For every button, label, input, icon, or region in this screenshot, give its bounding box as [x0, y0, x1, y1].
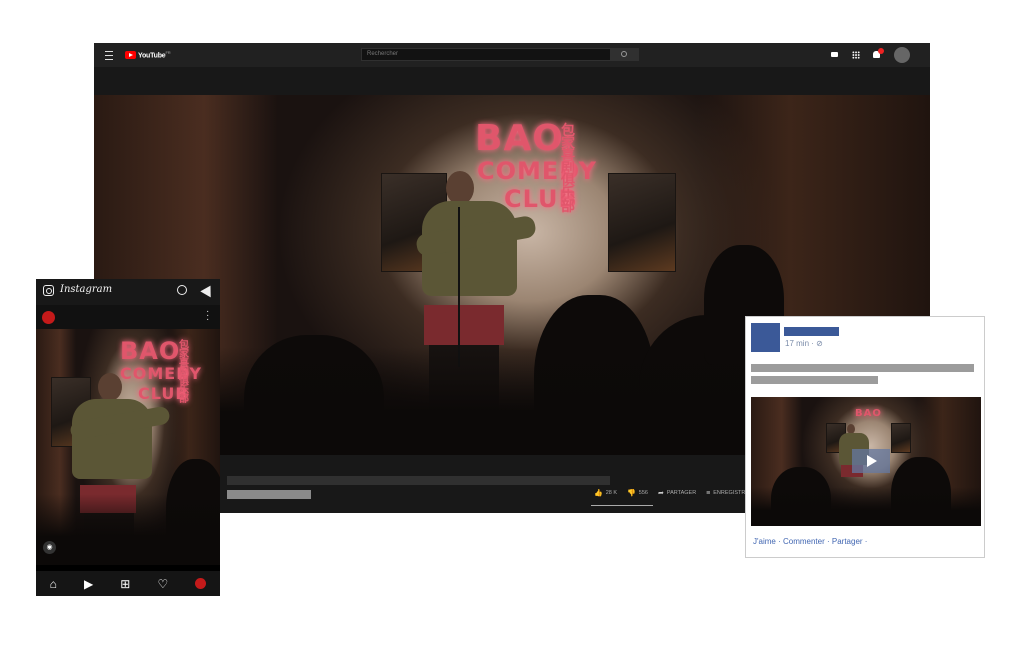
neon-sign-bao: BAO: [855, 408, 882, 419]
share-button[interactable]: ➦ PARTAGER: [658, 489, 696, 497]
fb-action-links[interactable]: J'aime · Commenter · Partager ·: [753, 537, 867, 546]
post-author-avatar[interactable]: [42, 311, 55, 324]
youtube-top-bar: YouTubeFR Rechercher: [94, 43, 930, 67]
home-icon[interactable]: ⌂: [50, 577, 57, 591]
instagram-logo-text: Instagram: [60, 284, 113, 295]
instagram-window: Instagram · · · BAO COMEDY CLUB 包家喜剧俱乐部 ◉ …: [36, 279, 220, 596]
youtube-logo[interactable]: YouTubeFR: [125, 50, 171, 60]
instagram-header: Instagram: [36, 279, 220, 305]
new-post-icon[interactable]: ⊞: [120, 577, 130, 591]
post-header: · · ·: [36, 305, 220, 329]
video-title-placeholder: [227, 476, 610, 485]
reels-icon[interactable]: ▶: [84, 577, 93, 591]
save-playlist-icon: ≡: [706, 489, 711, 497]
youtube-logo-text: YouTubeFR: [138, 50, 171, 60]
youtube-play-icon: [125, 50, 136, 59]
create-video-icon[interactable]: [831, 52, 838, 57]
instagram-bottom-nav: ⌂ ▶ ⊞ ♡: [36, 571, 220, 596]
fb-author-name-placeholder[interactable]: [784, 327, 839, 336]
direct-message-icon[interactable]: [200, 282, 216, 298]
video-actions: 👍 28 K 👎 556 ➦ PARTAGER ≡ ENREGISTRER: [594, 489, 753, 498]
camera-icon[interactable]: [43, 285, 54, 296]
reel-camera-icon[interactable]: ◉: [43, 541, 56, 554]
fb-post-time: 17 min · ⊘: [785, 339, 823, 348]
neon-sign-bao: BAO: [475, 118, 564, 159]
notification-badge: [878, 48, 884, 54]
neon-sign-chinese: 包家喜剧俱乐部: [561, 123, 576, 215]
share-arrow-icon: ➦: [657, 490, 664, 497]
fb-text-placeholder-1: [751, 364, 974, 372]
search-icon[interactable]: [177, 285, 187, 295]
search-button[interactable]: [611, 48, 639, 61]
channel-name-placeholder: [227, 490, 311, 499]
fb-post-video[interactable]: BAO: [751, 397, 981, 526]
neon-sign-bao: BAO: [120, 337, 181, 365]
poster-right: [608, 173, 676, 272]
fb-text-placeholder-2: [751, 376, 878, 384]
heart-icon[interactable]: ♡: [157, 577, 168, 591]
account-avatar[interactable]: [894, 47, 910, 63]
like-button[interactable]: 👍 28 K: [594, 489, 617, 497]
search-input[interactable]: Rechercher: [361, 48, 611, 61]
profile-avatar[interactable]: [195, 578, 207, 589]
apps-grid-icon[interactable]: [852, 51, 860, 59]
search-icon: [621, 51, 627, 57]
fb-author-avatar[interactable]: [751, 323, 780, 352]
youtube-spacer-bar: [94, 67, 930, 95]
instagram-post-video[interactable]: BAO COMEDY CLUB 包家喜剧俱乐部 ◉: [36, 329, 220, 565]
menu-icon[interactable]: [105, 51, 113, 60]
neon-sign-chinese: 包家喜剧俱乐部: [179, 340, 190, 405]
thumbs-up-icon: 👍: [594, 490, 603, 497]
like-ratio-bar: [591, 505, 653, 506]
more-options-icon[interactable]: · · ·: [206, 307, 210, 325]
dislike-button[interactable]: 👎 556: [627, 489, 648, 497]
neon-sign-comedy: COMEDY: [477, 157, 597, 185]
facebook-post-card: 17 min · ⊘ BAO J'aime · Commenter · Part…: [745, 316, 985, 558]
play-button[interactable]: [852, 449, 890, 473]
thumbs-down-icon: 👎: [627, 490, 636, 497]
